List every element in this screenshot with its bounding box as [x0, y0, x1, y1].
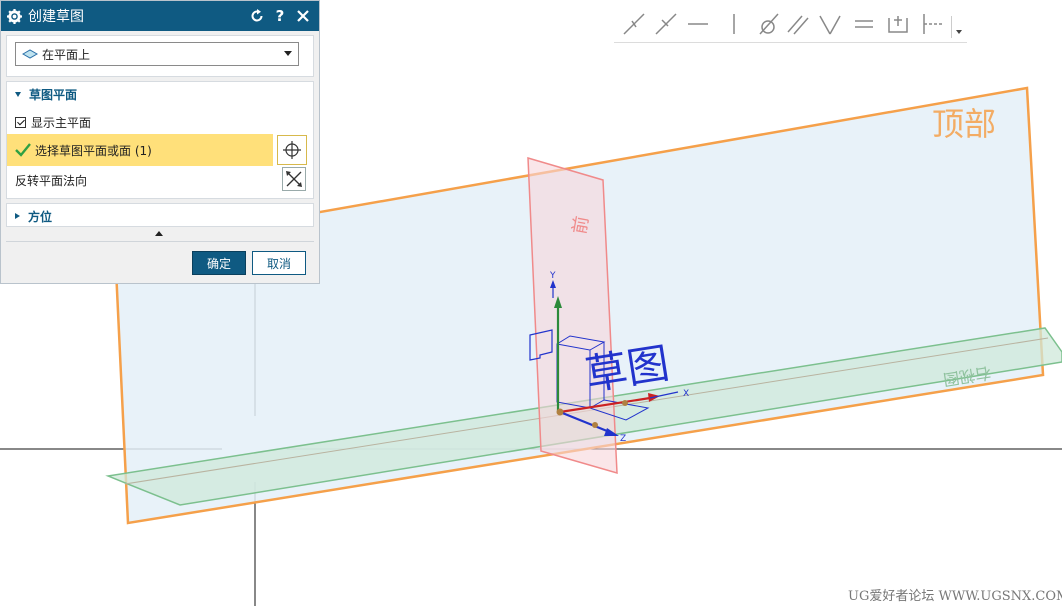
collapse-icon — [15, 91, 21, 97]
sketch-plane-header[interactable]: 草图平面 — [7, 82, 313, 106]
type-section: 在平面上 — [6, 35, 314, 77]
endpoint-snap-icon[interactable] — [622, 12, 646, 36]
front-plane[interactable] — [527, 156, 618, 475]
close-icon[interactable] — [293, 6, 313, 26]
gear-icon[interactable] — [7, 8, 22, 24]
equal-icon[interactable] — [852, 12, 876, 36]
show-main-plane-label: 显示主平面 — [31, 115, 92, 130]
select-plane-label: 选择草图平面或面 (1) — [35, 143, 152, 158]
perpendicular-icon[interactable] — [818, 12, 842, 36]
reverse-direction-icon — [286, 171, 302, 187]
z-handle[interactable] — [592, 422, 598, 428]
orientation-title: 方位 — [28, 209, 53, 224]
front-plane-label: 前 — [569, 214, 593, 235]
plane-type-select[interactable]: 在平面上 — [15, 42, 299, 66]
sketch-plane-section: 草图平面 显示主平面 选择草图平面或面 (1) 反转平面法向 — [6, 81, 314, 199]
plane-icon — [22, 49, 38, 59]
orientation-header[interactable]: 方位 — [7, 204, 313, 228]
x-axis-label: X — [683, 389, 689, 399]
select-plane-button[interactable] — [277, 135, 307, 165]
ok-button[interactable]: 确定 — [192, 251, 246, 275]
reverse-normal-button[interactable] — [282, 167, 306, 191]
expand-icon — [15, 213, 20, 219]
orientation-section: 方位 — [6, 203, 314, 227]
midpoint-snap-icon[interactable] — [654, 12, 678, 36]
select-plane-row[interactable]: 选择草图平面或面 (1) — [7, 134, 273, 166]
sketch-plane-title: 草图平面 — [29, 87, 78, 102]
toolbar-divider — [951, 16, 952, 38]
watermark: UG爱好者论坛 WWW.UGSNX.COM — [848, 589, 1062, 604]
dialog-divider — [6, 241, 314, 242]
origin-point[interactable] — [556, 408, 564, 416]
parallel-icon[interactable] — [786, 12, 810, 36]
top-plane-label: 顶部 — [932, 105, 996, 143]
vertical-icon[interactable] — [722, 12, 746, 36]
dialog-title: 创建草图 — [28, 9, 84, 25]
fixed-icon[interactable] — [886, 12, 910, 36]
help-icon[interactable]: ? — [270, 6, 290, 26]
show-main-plane-checkbox[interactable] — [15, 116, 26, 128]
collapse-dialog-icon[interactable] — [155, 231, 163, 236]
reverse-normal-row: 反转平面法向 — [7, 170, 313, 190]
show-main-plane-row: 显示主平面 — [7, 113, 313, 131]
snap-toolbar — [614, 8, 967, 43]
plane-type-value: 在平面上 — [42, 47, 91, 62]
chevron-down-icon — [284, 51, 292, 56]
crosshair-icon — [283, 141, 301, 159]
tangent-icon[interactable] — [756, 12, 780, 36]
reset-icon[interactable] — [247, 6, 267, 26]
reverse-normal-label: 反转平面法向 — [15, 173, 88, 188]
y-axis-label: Y — [549, 271, 556, 281]
cancel-button[interactable]: 取消 — [252, 251, 306, 275]
x-handle[interactable] — [622, 400, 628, 406]
z-axis-label: Z — [620, 434, 626, 444]
toolbar-dropdown-icon[interactable] — [956, 30, 962, 34]
checkmark-icon — [15, 143, 31, 157]
create-sketch-dialog: 创建草图 ? 在平面上 草图平面 显示主平面 选择草图平面或面 (1) 反转平面… — [0, 0, 320, 284]
point-on-curve-icon[interactable] — [920, 12, 944, 36]
horizontal-icon[interactable] — [686, 12, 710, 36]
dialog-titlebar: 创建草图 ? — [1, 1, 319, 31]
